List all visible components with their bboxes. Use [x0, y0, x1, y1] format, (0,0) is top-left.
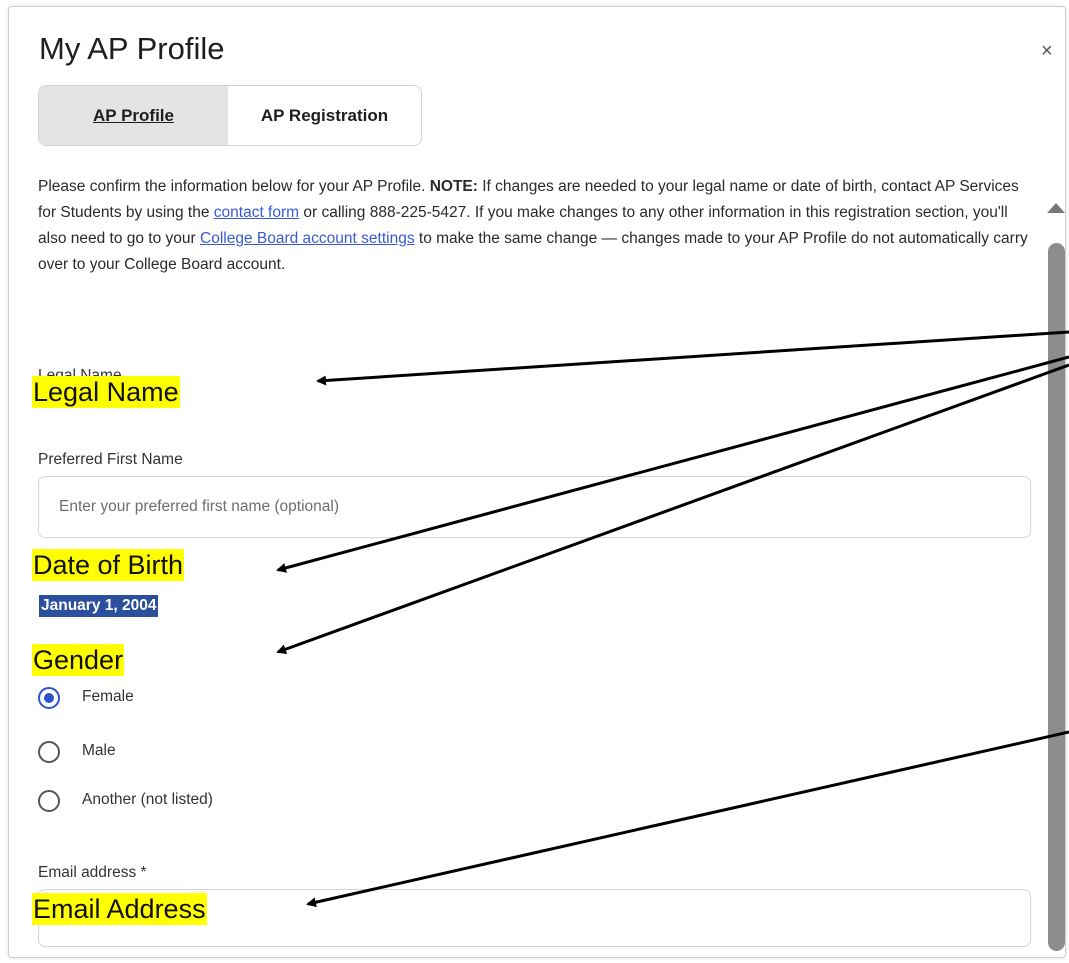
- gender-arrow: [276, 363, 1069, 654]
- legal-name-arrow: [316, 330, 1069, 386]
- date-of-birth-arrow: [276, 355, 1069, 573]
- annotation-arrows: [276, 330, 1069, 908]
- email-address-arrow: [306, 730, 1069, 908]
